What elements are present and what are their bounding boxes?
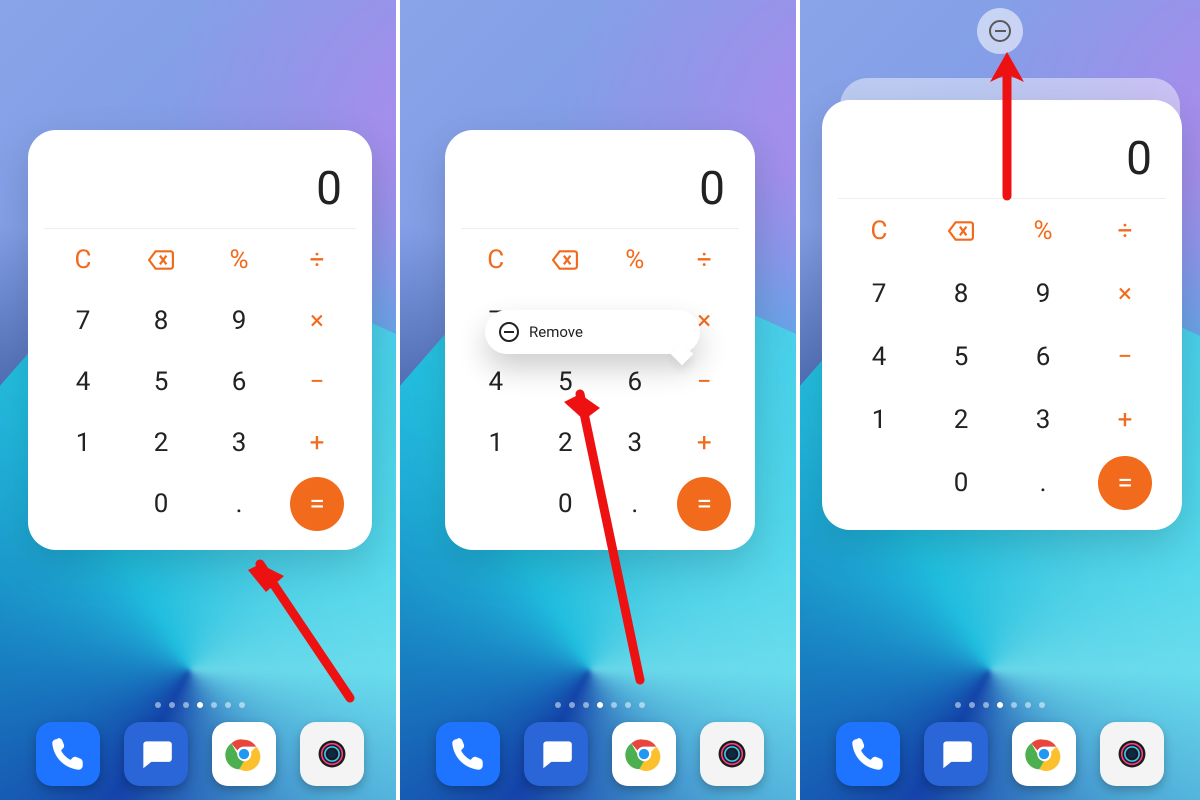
three-key[interactable]: 3: [200, 412, 278, 473]
three-key[interactable]: 3: [600, 412, 670, 473]
calculator-widget[interactable]: 0 C % ÷ 7 8 9 × 4 5 6 − 1 2 3 +: [28, 130, 372, 550]
zero-key[interactable]: 0: [531, 473, 601, 534]
divide-key[interactable]: ÷: [1084, 199, 1166, 262]
percent-key[interactable]: %: [600, 229, 670, 290]
six-key[interactable]: 6: [200, 351, 278, 412]
backspace-icon: [148, 250, 174, 270]
one-key[interactable]: 1: [44, 412, 122, 473]
percent-key[interactable]: %: [1002, 199, 1084, 262]
remove-icon: [499, 322, 519, 342]
page-indicator: [800, 702, 1200, 708]
six-key[interactable]: 6: [600, 351, 670, 412]
zero-key[interactable]: 0: [122, 473, 200, 534]
dock: [0, 722, 400, 786]
messages-app-icon[interactable]: [124, 722, 188, 786]
remove-icon: [989, 20, 1011, 42]
one-key[interactable]: 1: [461, 412, 531, 473]
page-indicator: [0, 702, 400, 708]
multiply-key[interactable]: ×: [278, 290, 356, 351]
five-key[interactable]: 5: [122, 351, 200, 412]
eight-key[interactable]: 8: [122, 290, 200, 351]
divide-key[interactable]: ÷: [670, 229, 740, 290]
backspace-key[interactable]: [122, 229, 200, 290]
plus-key[interactable]: +: [670, 412, 740, 473]
minus-key[interactable]: −: [1084, 325, 1166, 388]
four-key[interactable]: 4: [838, 325, 920, 388]
chrome-app-icon[interactable]: [612, 722, 676, 786]
backspace-key[interactable]: [920, 199, 1002, 262]
two-key[interactable]: 2: [920, 388, 1002, 451]
remove-drop-target[interactable]: [977, 8, 1023, 54]
minus-key[interactable]: −: [278, 351, 356, 412]
calculator-display: 0: [838, 112, 1166, 199]
backspace-icon: [552, 250, 578, 270]
calculator-keypad: C % ÷ 7 8 9 × 4 5 6 − 1 2 3 + 0: [44, 229, 356, 534]
phone-app-icon[interactable]: [436, 722, 500, 786]
four-key[interactable]: 4: [44, 351, 122, 412]
seven-key[interactable]: 7: [44, 290, 122, 351]
equals-key[interactable]: =: [677, 477, 731, 531]
three-key[interactable]: 3: [1002, 388, 1084, 451]
calculator-keypad: C % ÷ 7 8 9 × 4 5 6 − 1 2 3 + 0: [838, 199, 1166, 514]
clear-key[interactable]: C: [44, 229, 122, 290]
five-key[interactable]: 5: [531, 351, 601, 412]
eight-key[interactable]: 8: [920, 262, 1002, 325]
remove-label: Remove: [529, 323, 583, 341]
seven-key[interactable]: 7: [838, 262, 920, 325]
phone-app-icon[interactable]: [836, 722, 900, 786]
two-key[interactable]: 2: [531, 412, 601, 473]
calculator-keypad: C % ÷ 7 8 9 × 4 5 6 − 1 2 3 + 0: [461, 229, 739, 534]
two-key[interactable]: 2: [122, 412, 200, 473]
five-key[interactable]: 5: [920, 325, 1002, 388]
step-2-panel: 0 C % ÷ 7 8 9 × 4 5 6 − 1 2 3 +: [400, 0, 800, 800]
tutorial-triptych: 0 C % ÷ 7 8 9 × 4 5 6 − 1 2 3 +: [0, 0, 1200, 800]
six-key[interactable]: 6: [1002, 325, 1084, 388]
calculator-display: 0: [461, 142, 739, 229]
clear-key[interactable]: C: [461, 229, 531, 290]
percent-key[interactable]: %: [200, 229, 278, 290]
backspace-key[interactable]: [531, 229, 601, 290]
clear-key[interactable]: C: [838, 199, 920, 262]
page-indicator: [400, 702, 800, 708]
equals-key[interactable]: =: [1098, 456, 1152, 510]
decimal-key[interactable]: .: [200, 473, 278, 534]
zero-key[interactable]: 0: [920, 451, 1002, 514]
divide-key[interactable]: ÷: [278, 229, 356, 290]
dock: [400, 722, 800, 786]
step-3-panel: 0 C % ÷ 7 8 9 × 4 5 6 − 1 2 3 +: [800, 0, 1200, 800]
chrome-app-icon[interactable]: [212, 722, 276, 786]
decimal-key[interactable]: .: [1002, 451, 1084, 514]
messages-app-icon[interactable]: [524, 722, 588, 786]
dock: [800, 722, 1200, 786]
phone-app-icon[interactable]: [36, 722, 100, 786]
decimal-key[interactable]: .: [600, 473, 670, 534]
multiply-key[interactable]: ×: [1084, 262, 1166, 325]
messages-app-icon[interactable]: [924, 722, 988, 786]
nine-key[interactable]: 9: [1002, 262, 1084, 325]
step-1-panel: 0 C % ÷ 7 8 9 × 4 5 6 − 1 2 3 +: [0, 0, 400, 800]
plus-key[interactable]: +: [1084, 388, 1166, 451]
plus-key[interactable]: +: [278, 412, 356, 473]
nine-key[interactable]: 9: [200, 290, 278, 351]
remove-popup[interactable]: Remove: [485, 310, 700, 354]
camera-app-icon[interactable]: [700, 722, 764, 786]
one-key[interactable]: 1: [838, 388, 920, 451]
four-key[interactable]: 4: [461, 351, 531, 412]
chrome-app-icon[interactable]: [1012, 722, 1076, 786]
camera-app-icon[interactable]: [300, 722, 364, 786]
calculator-widget-dragging[interactable]: 0 C % ÷ 7 8 9 × 4 5 6 − 1 2 3 +: [822, 100, 1182, 530]
camera-app-icon[interactable]: [1100, 722, 1164, 786]
equals-key[interactable]: =: [290, 477, 344, 531]
backspace-icon: [948, 221, 974, 241]
calculator-display: 0: [44, 142, 356, 229]
